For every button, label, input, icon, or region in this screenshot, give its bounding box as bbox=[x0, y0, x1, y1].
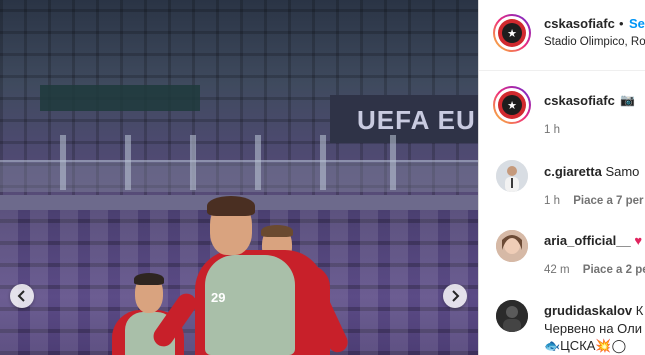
location-link[interactable]: Stadio Olimpico, Ro bbox=[544, 36, 645, 48]
comment-meta: 42 m Piace a 2 pe bbox=[544, 264, 645, 276]
comment-row: grudidaskalov К bbox=[544, 303, 643, 318]
comment-time[interactable]: 42 m bbox=[544, 264, 570, 276]
player-right-hair bbox=[261, 225, 293, 237]
post-header: ★ cskasofiafc • Seg Stadio Olimpico, Ro bbox=[479, 0, 645, 71]
comment-likes[interactable]: Piace a 2 pe bbox=[583, 264, 645, 276]
cska-logo-icon: ★ bbox=[498, 19, 526, 47]
comment-username[interactable]: c.giaretta bbox=[544, 164, 602, 179]
commenter-avatar[interactable] bbox=[496, 300, 528, 332]
shirt-number: 29 bbox=[211, 290, 226, 305]
caption-time[interactable]: 1 h bbox=[544, 124, 560, 136]
chevron-right-icon bbox=[452, 290, 460, 302]
railing-post bbox=[125, 135, 131, 190]
chevron-left-icon bbox=[17, 290, 25, 302]
person-photo-icon bbox=[496, 160, 528, 192]
caption-avatar[interactable]: ★ bbox=[493, 86, 531, 124]
carousel-next-button[interactable] bbox=[443, 284, 467, 308]
led-board bbox=[40, 85, 200, 111]
camera-emoji: 📷 bbox=[620, 93, 635, 107]
separator-dot: • bbox=[619, 16, 624, 31]
comment-time[interactable]: 1 h bbox=[544, 195, 560, 207]
comment-username[interactable]: grudidaskalov bbox=[544, 303, 632, 318]
comment-row: aria_official__ ♥ bbox=[544, 233, 642, 248]
railing-post bbox=[190, 135, 196, 190]
railing-post bbox=[60, 135, 66, 190]
profile-avatar[interactable]: ★ bbox=[493, 14, 531, 52]
person-photo-icon bbox=[496, 230, 528, 262]
header-username[interactable]: cskasofiafc bbox=[544, 16, 615, 31]
stand-railing bbox=[0, 160, 478, 192]
comment-text-line: Червено на Оли bbox=[544, 321, 642, 336]
commenter-avatar[interactable] bbox=[496, 160, 528, 192]
comment-text-line: 🐟ЦСКА💥◯ bbox=[544, 338, 627, 353]
caption-username[interactable]: cskasofiafc bbox=[544, 93, 615, 108]
comment-text: Samo bbox=[605, 164, 640, 179]
commenter-avatar[interactable] bbox=[496, 230, 528, 262]
carousel-prev-button[interactable] bbox=[10, 284, 34, 308]
person-photo-icon bbox=[496, 300, 528, 332]
follow-button[interactable]: Seg bbox=[629, 16, 645, 31]
railing-post bbox=[320, 135, 326, 190]
post-sidebar: ★ cskasofiafc • Seg Stadio Olimpico, Ro … bbox=[478, 0, 645, 355]
heart-icon: ♥ bbox=[634, 233, 643, 248]
railing-post bbox=[255, 135, 261, 190]
railing-post bbox=[390, 135, 396, 190]
comment-username[interactable]: aria_official__ bbox=[544, 233, 631, 248]
uefa-board-text: UEFA EU bbox=[357, 105, 476, 135]
player-left-hair bbox=[134, 273, 164, 285]
comment-row: c.giaretta Samo bbox=[544, 164, 639, 179]
player-main-hair bbox=[207, 196, 255, 216]
comment-likes[interactable]: Piace a 7 per bbox=[573, 195, 643, 207]
comment-text: К bbox=[635, 303, 644, 318]
cska-logo-icon: ★ bbox=[498, 91, 526, 119]
comment-meta: 1 h Piace a 7 per bbox=[544, 195, 644, 207]
player-main-bib bbox=[205, 255, 295, 355]
post-photo[interactable]: UEFA EU 29 bbox=[0, 0, 478, 355]
